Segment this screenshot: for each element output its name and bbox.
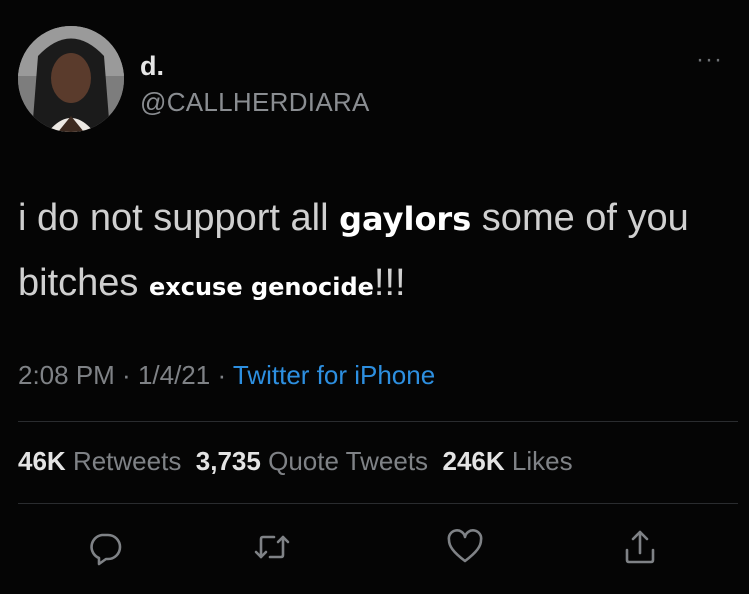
retweets-count: 46K: [18, 446, 66, 476]
retweets-stat[interactable]: 46K Retweets: [18, 446, 181, 476]
divider: [18, 421, 738, 422]
tweet-card: d. @CALLHERDIARA ··· i do not support al…: [0, 0, 749, 594]
more-options-icon[interactable]: ···: [696, 48, 723, 72]
divider: [18, 503, 738, 504]
tweet-source-link[interactable]: Twitter for iPhone: [233, 360, 435, 390]
tweet-text: i do not support all gaylors some of you…: [18, 186, 738, 319]
likes-stat[interactable]: 246K Likes: [443, 446, 573, 476]
tweet-text-part3: !!!: [373, 262, 406, 304]
like-icon[interactable]: [445, 527, 485, 567]
tweet-text-part1: i do not support all: [18, 197, 340, 239]
avatar[interactable]: [18, 26, 124, 132]
user-handle[interactable]: @CALLHERDIARA: [140, 87, 370, 118]
tweet-date: 1/4/21: [137, 360, 211, 390]
overlay-text-1: gaylors: [339, 200, 472, 238]
likes-count: 246K: [442, 446, 505, 476]
quote-tweets-label: Quote Tweets: [268, 446, 429, 476]
retweet-icon[interactable]: [252, 527, 292, 567]
meta-separator: ·: [210, 360, 233, 390]
quote-tweets-count: 3,735: [195, 446, 261, 476]
overlay-text-2: excuse genocide: [148, 273, 374, 301]
share-icon[interactable]: [620, 527, 660, 567]
likes-label: Likes: [511, 446, 573, 476]
meta-separator: ·: [114, 360, 138, 390]
quote-tweets-stat[interactable]: 3,735 Quote Tweets: [196, 446, 428, 476]
action-bar: [0, 527, 749, 571]
tweet-time: 2:08 PM: [18, 360, 115, 390]
retweets-label: Retweets: [72, 446, 182, 476]
tweet-stats: 46K Retweets 3,735 Quote Tweets 246K Lik…: [18, 446, 573, 477]
tweet-meta: 2:08 PM · 1/4/21 · Twitter for iPhone: [18, 360, 435, 391]
reply-icon[interactable]: [85, 527, 125, 567]
display-name[interactable]: d.: [140, 51, 164, 82]
